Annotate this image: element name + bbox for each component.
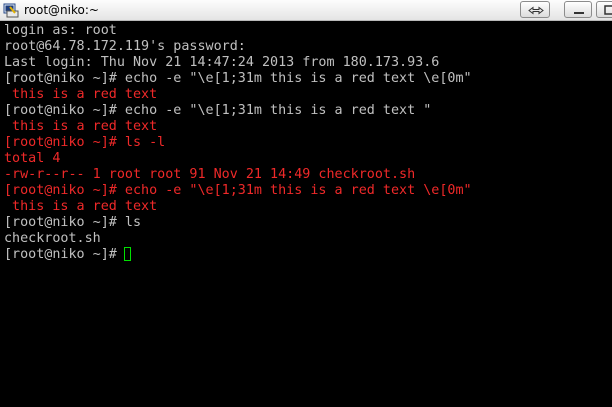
title-bar[interactable]: root@niko:~ — [0, 0, 612, 21]
terminal-line: [root@niko ~]# echo -e "\e[1;31m this is… — [4, 103, 432, 118]
terminal-line: login as: root — [4, 23, 117, 38]
terminal-window: root@niko:~ login as: root root@64.78.17… — [0, 0, 612, 407]
terminal-line: [root@niko ~]# ls — [4, 215, 142, 230]
window-title: root@niko:~ — [24, 3, 99, 17]
terminal-line: [root@niko ~]# echo -e "\e[1;31m this is… — [4, 183, 472, 198]
minimize-button[interactable] — [564, 1, 592, 18]
maximize-icon — [604, 5, 612, 15]
restore-icon — [528, 6, 544, 15]
putty-terminal-icon — [3, 3, 19, 18]
restore-button[interactable] — [520, 1, 550, 18]
terminal-line: this is a red text — [4, 199, 158, 214]
terminal-prompt: [root@niko ~]# — [4, 247, 125, 262]
terminal-line: Last login: Thu Nov 21 14:47:24 2013 fro… — [4, 55, 440, 70]
terminal-output[interactable]: login as: root root@64.78.172.119's pass… — [0, 21, 612, 407]
minimize-icon — [574, 12, 584, 14]
terminal-line: [root@niko ~]# ls -l — [4, 135, 166, 150]
terminal-line: root@64.78.172.119's password: — [4, 39, 246, 54]
terminal-line: this is a red text — [4, 87, 158, 102]
maximize-button[interactable] — [596, 1, 612, 18]
terminal-cursor[interactable] — [124, 247, 131, 261]
terminal-line: [root@niko ~]# echo -e "\e[1;31m this is… — [4, 71, 472, 86]
terminal-line: checkroot.sh — [4, 231, 101, 246]
terminal-line: total 4 — [4, 151, 61, 166]
terminal-line: this is a red text — [4, 119, 158, 134]
terminal-line: -rw-r--r-- 1 root root 91 Nov 21 14:49 c… — [4, 167, 416, 182]
